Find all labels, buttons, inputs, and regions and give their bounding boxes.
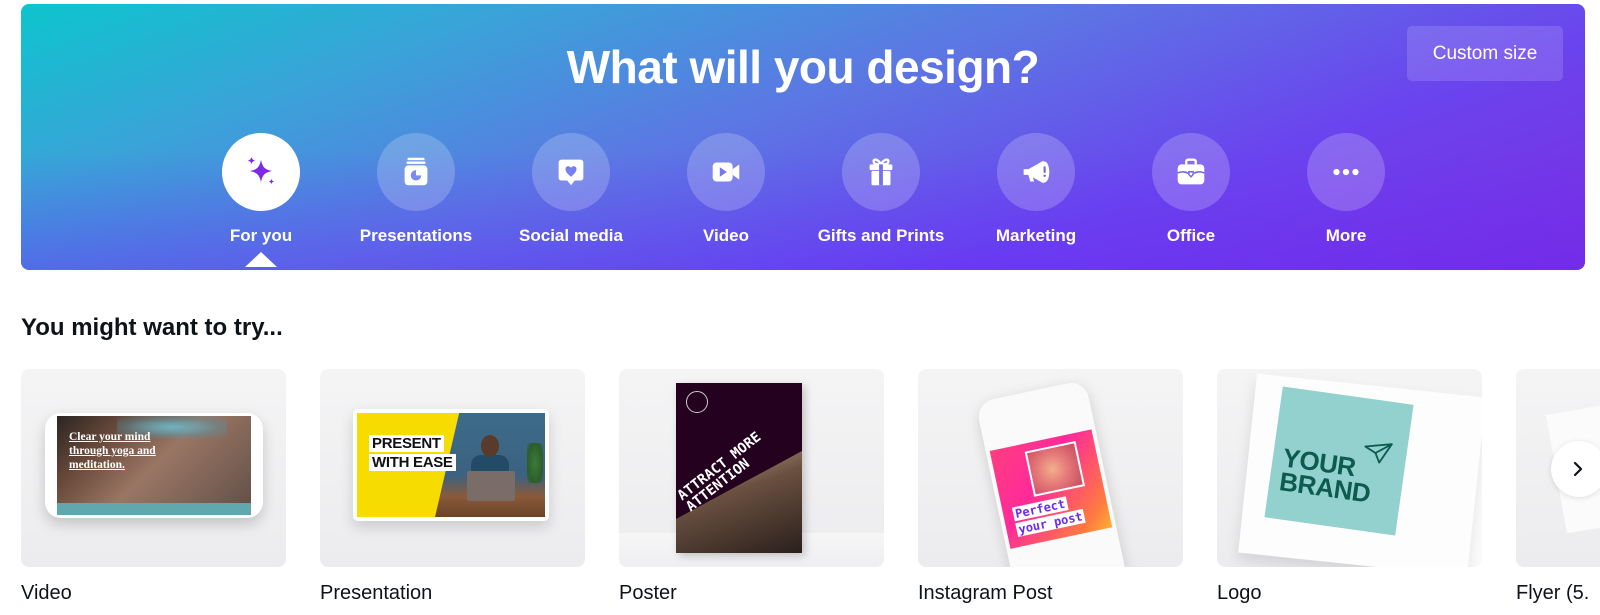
arrow-badge-icon	[686, 391, 708, 413]
category-for-you[interactable]: For you	[186, 133, 336, 246]
design-hero-banner: What will you design? Custom size For yo…	[21, 4, 1585, 270]
category-more[interactable]: More	[1271, 133, 1421, 246]
heart-bubble-icon	[558, 159, 584, 186]
suggestion-card-instagram-post[interactable]: Perfect your post Instagram Post	[918, 369, 1183, 605]
category-label: Social media	[519, 226, 623, 245]
category-office[interactable]: Office	[1116, 133, 1266, 246]
category-label: Presentations	[359, 226, 473, 245]
suggestion-card-poster[interactable]: ATTRACT MORE ATTENTION Poster	[619, 369, 884, 605]
briefcase-icon	[1177, 158, 1205, 185]
thumbnail-text: WITH EASE	[369, 454, 456, 471]
thumbnail-text: PRESENT	[369, 435, 444, 452]
active-category-pointer	[245, 252, 277, 267]
suggestion-card-presentation[interactable]: PRESENT WITH EASE Presentation	[320, 369, 585, 605]
video-camera-icon	[712, 162, 740, 182]
category-nav: For you Presentations Social media Video…	[21, 133, 1585, 263]
video-thumbnail: Clear your mind through yoga and meditat…	[21, 369, 286, 567]
presentation-icon	[404, 157, 428, 186]
card-label: Logo	[1217, 582, 1262, 604]
card-label: Instagram Post	[918, 582, 1053, 604]
category-label: More	[1325, 226, 1367, 245]
card-label: Flyer (5.	[1516, 582, 1590, 604]
section-title: You might want to try...	[21, 314, 283, 341]
carousel-next-button[interactable]	[1551, 441, 1600, 497]
presentation-thumbnail: PRESENT WITH EASE	[320, 369, 585, 567]
more-dots-icon	[1333, 168, 1359, 176]
card-label: Poster	[619, 582, 677, 604]
category-label: Gifts and Prints	[817, 226, 945, 245]
category-label: Video	[703, 226, 749, 245]
hero-title: What will you design?	[566, 41, 1040, 93]
category-label: For you	[229, 226, 293, 245]
card-label: Presentation	[320, 582, 433, 604]
category-gifts-and-prints[interactable]: Gifts and Prints	[806, 133, 956, 246]
category-label: Office	[1166, 226, 1216, 245]
category-presentations[interactable]: Presentations	[341, 133, 491, 246]
suggestion-card-video[interactable]: Clear your mind through yoga and meditat…	[21, 369, 286, 605]
chevron-right-icon	[1573, 461, 1583, 477]
category-social-media[interactable]: Social media	[496, 133, 646, 246]
suggestions-carousel: Clear your mind through yoga and meditat…	[21, 369, 1600, 615]
gift-icon	[869, 158, 893, 186]
logo-thumbnail: YOUR BRAND	[1217, 369, 1482, 567]
custom-size-button[interactable]: Custom size	[1407, 26, 1563, 81]
sparkle-icon	[247, 156, 275, 185]
megaphone-icon	[1023, 160, 1050, 184]
card-label: Video	[21, 582, 72, 604]
suggestion-card-logo[interactable]: YOUR BRAND Logo	[1217, 369, 1482, 605]
instagram-thumbnail: Perfect your post	[918, 369, 1183, 567]
category-label: Marketing	[995, 226, 1077, 245]
category-video[interactable]: Video	[651, 133, 801, 246]
poster-thumbnail: ATTRACT MORE ATTENTION	[619, 369, 884, 567]
thumbnail-text: Clear your mind through yoga and meditat…	[69, 431, 156, 471]
category-marketing[interactable]: Marketing	[961, 133, 1111, 246]
